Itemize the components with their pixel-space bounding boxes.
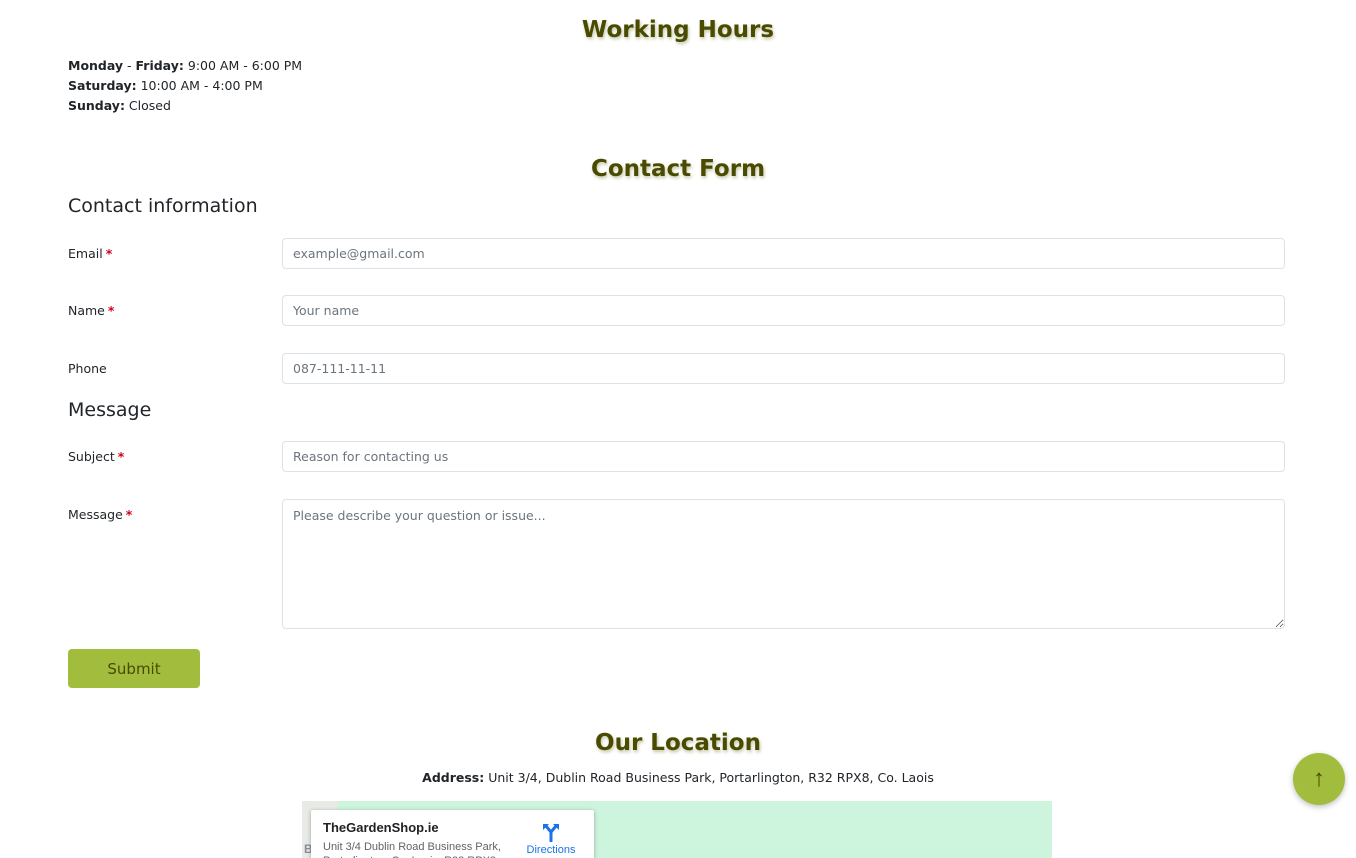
hours-time-sunday: Closed — [124, 98, 171, 113]
message-label: Message * — [68, 506, 132, 524]
map-place-card: TheGardenShop.ie Unit 3/4 Dublin Road Bu… — [311, 810, 594, 858]
name-field[interactable] — [282, 295, 1285, 326]
map-directions-button[interactable]: Directions — [525, 822, 577, 856]
required-mark: * — [107, 303, 115, 318]
subject-label-text: Subject — [68, 449, 115, 464]
message-label-text: Message — [68, 507, 123, 522]
location-map[interactable]: B TheGardenShop.ie Unit 3/4 Dublin Road … — [302, 801, 1052, 858]
working-hours-title: Working Hours — [581, 17, 775, 43]
hours-day-separator: - — [123, 58, 136, 73]
directions-icon — [543, 824, 559, 842]
hours-row-saturday: Saturday: 10:00 AM - 4:00 PM — [68, 76, 302, 96]
address-value: Unit 3/4, Dublin Road Business Park, Por… — [484, 770, 934, 785]
email-label: Email * — [68, 245, 112, 263]
hours-time-saturday: 10:00 AM - 4:00 PM — [136, 78, 263, 93]
phone-field[interactable] — [282, 353, 1285, 384]
required-mark: * — [125, 507, 133, 522]
hours-day-end: Friday: — [135, 58, 184, 73]
name-label-text: Name — [68, 303, 105, 318]
address-line: Address: Unit 3/4, Dublin Road Business … — [0, 769, 1356, 787]
location-title: Our Location — [595, 730, 761, 756]
map-place-address: Unit 3/4 Dublin Road Business Park, Port… — [323, 841, 501, 858]
hours-day-sunday: Sunday: — [68, 98, 125, 113]
contact-page: Working Hours Monday - Friday: 9:00 AM -… — [0, 0, 1356, 858]
submit-button[interactable]: Submit — [68, 649, 200, 688]
hours-row-weekdays: Monday - Friday: 9:00 AM - 6:00 PM — [68, 56, 302, 76]
hours-day-start: Monday — [68, 58, 124, 73]
required-mark: * — [117, 449, 125, 464]
required-mark: * — [105, 246, 113, 261]
phone-label: Phone — [68, 360, 107, 378]
hours-day-saturday: Saturday: — [68, 78, 137, 93]
map-place-name[interactable]: TheGardenShop.ie — [323, 820, 439, 835]
name-label: Name * — [68, 302, 114, 320]
working-hours-list: Monday - Friday: 9:00 AM - 6:00 PM Satur… — [68, 56, 302, 116]
contact-info-heading: Contact information — [68, 195, 258, 217]
hours-time-weekdays: 9:00 AM - 6:00 PM — [183, 58, 303, 73]
directions-label: Directions — [526, 844, 576, 856]
message-heading: Message — [68, 399, 152, 421]
contact-form-title: Contact Form — [590, 156, 766, 182]
message-textarea[interactable] — [282, 499, 1285, 629]
scroll-to-top-button[interactable]: ↑ — [1293, 753, 1345, 805]
email-label-text: Email — [68, 246, 103, 261]
subject-label: Subject * — [68, 448, 124, 466]
address-label: Address: — [422, 770, 485, 785]
hours-row-sunday: Sunday: Closed — [68, 96, 302, 116]
phone-label-text: Phone — [68, 361, 107, 376]
arrow-up-icon: ↑ — [1313, 765, 1325, 792]
email-field[interactable] — [282, 238, 1285, 269]
subject-field[interactable] — [282, 441, 1285, 472]
